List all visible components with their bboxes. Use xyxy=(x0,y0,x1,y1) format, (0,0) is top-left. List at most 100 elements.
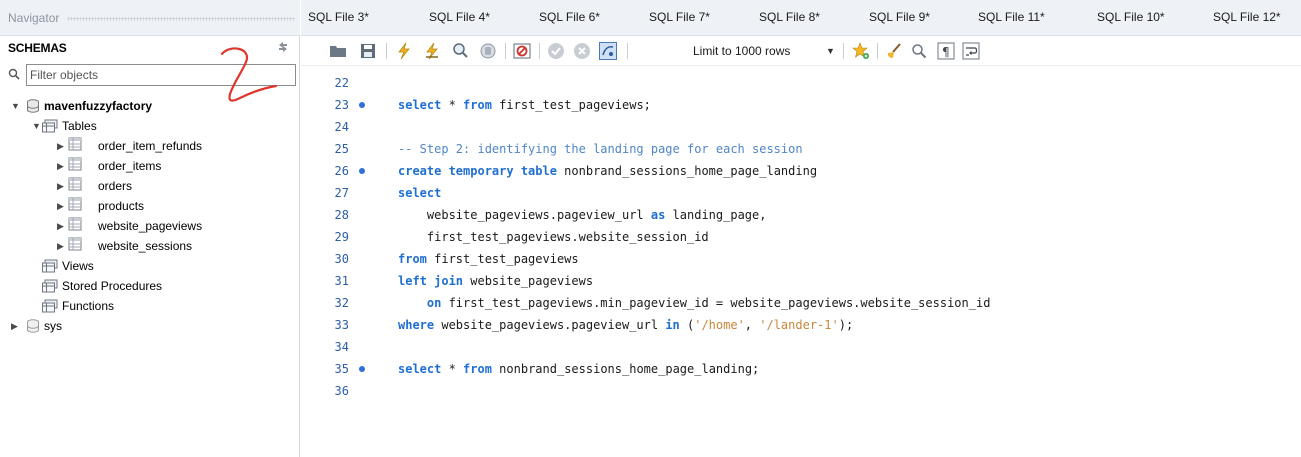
expand-arrow-icon[interactable]: ▶ xyxy=(57,196,66,216)
line-number: 29 xyxy=(334,230,349,244)
navigator-panel: Navigator SCHEMAS ▼ mavenfuzzyfactory ▼ … xyxy=(0,0,300,457)
functions-folder[interactable]: Functions xyxy=(0,296,300,316)
expand-arrow-icon[interactable]: ▶ xyxy=(57,216,66,236)
code-line-32: on first_test_pageviews.min_pageview_id … xyxy=(398,292,991,314)
chevron-down-icon[interactable]: ▼ xyxy=(826,46,835,56)
table-node-order-item-refunds[interactable]: ▶ order_item_refunds xyxy=(0,136,300,156)
functions-folder-label: Functions xyxy=(62,299,115,313)
tab-sql-file-12[interactable]: SQL File 12* xyxy=(1213,10,1281,28)
code-text: first_test_pageviews; xyxy=(491,98,651,112)
editor-toolbar: Limit to 1000 rows ▼ ¶ xyxy=(301,36,1301,66)
schema-node-mavenfuzzyfactory[interactable]: ▼ mavenfuzzyfactory xyxy=(0,96,300,116)
toolbar-separator xyxy=(843,43,844,59)
code-text: , xyxy=(744,318,760,332)
table-node-website-pageviews[interactable]: ▶ website_pageviews xyxy=(0,216,300,236)
tab-sql-file-4[interactable]: SQL File 4* xyxy=(429,10,490,28)
views-folder[interactable]: Views xyxy=(0,256,300,276)
expand-arrow-icon[interactable]: ▼ xyxy=(32,116,41,136)
code-keyword: where xyxy=(398,318,435,332)
code-text: website_pageviews.pageview_url xyxy=(398,208,651,222)
tab-sql-file-8[interactable]: SQL File 8* xyxy=(759,10,820,28)
svg-text:¶: ¶ xyxy=(942,45,950,59)
refresh-icon[interactable] xyxy=(276,41,290,53)
table-node-products[interactable]: ▶ products xyxy=(0,196,300,216)
code-keyword: from xyxy=(463,98,492,112)
table-label: order_item_refunds xyxy=(98,139,203,153)
statement-marker-icon xyxy=(359,102,365,108)
invisible-chars-icon[interactable]: ¶ xyxy=(937,42,955,60)
code-keyword: as xyxy=(650,208,666,222)
code-keyword: select xyxy=(398,98,442,112)
stop-hand-icon[interactable] xyxy=(479,42,497,60)
search-icon xyxy=(8,68,20,80)
word-wrap-icon[interactable] xyxy=(962,42,980,60)
filter-objects-input[interactable] xyxy=(26,64,296,86)
table-label: products xyxy=(98,199,145,213)
line-number: 28 xyxy=(334,208,349,222)
table-label: order_items xyxy=(98,159,162,173)
expand-arrow-icon[interactable]: ▼ xyxy=(11,96,20,116)
tab-sql-file-10[interactable]: SQL File 10* xyxy=(1097,10,1165,28)
open-folder-icon[interactable] xyxy=(329,42,347,60)
code-comment: -- Step 2: identifying the landing page … xyxy=(398,142,803,156)
explain-magnifier-icon[interactable] xyxy=(451,42,469,60)
table-node-website-sessions[interactable]: ▶ website_sessions xyxy=(0,236,300,256)
rollback-cancel-icon[interactable] xyxy=(573,42,591,60)
table-node-order-items[interactable]: ▶ order_items xyxy=(0,156,300,176)
find-magnifier-icon[interactable] xyxy=(910,42,928,60)
table-icon xyxy=(68,217,82,231)
save-icon[interactable] xyxy=(359,42,377,60)
code-text: * xyxy=(441,98,464,112)
panel-drag-handle[interactable] xyxy=(67,17,295,21)
expand-arrow-icon[interactable]: ▶ xyxy=(57,176,66,196)
database-icon xyxy=(26,99,40,113)
expand-arrow-icon[interactable]: ▶ xyxy=(57,136,66,156)
tab-sql-file-11[interactable]: SQL File 11* xyxy=(978,10,1045,28)
autocommit-toggle-icon[interactable] xyxy=(599,42,617,60)
stored-procedures-folder[interactable]: Stored Procedures xyxy=(0,276,300,296)
schemas-bar: SCHEMAS xyxy=(0,36,300,58)
procedures-folder-icon xyxy=(42,279,58,293)
code-line-25: -- Step 2: identifying the landing page … xyxy=(398,138,803,160)
toolbar-separator xyxy=(877,43,878,59)
statement-marker-icon xyxy=(359,168,365,174)
code-area[interactable]: select * from first_test_pageviews; -- S… xyxy=(398,66,1298,457)
tab-sql-file-3[interactable]: SQL File 3* xyxy=(308,10,369,28)
code-text: landing_page, xyxy=(665,208,767,222)
code-line-27: select xyxy=(398,182,441,204)
toolbar-separator xyxy=(386,43,387,59)
beautify-brush-icon[interactable] xyxy=(885,42,903,60)
expand-arrow-icon[interactable]: ▶ xyxy=(11,316,20,336)
tab-sql-file-9[interactable]: SQL File 9* xyxy=(869,10,930,28)
expand-arrow-icon[interactable]: ▶ xyxy=(57,236,66,256)
code-text: nonbrand_sessions_home_page_landing xyxy=(556,164,818,178)
limit-rows-select[interactable]: Limit to 1000 rows xyxy=(693,44,790,58)
tables-folder[interactable]: ▼ Tables xyxy=(0,116,300,136)
toggle-error-icon[interactable] xyxy=(513,42,531,60)
database-icon xyxy=(26,319,40,333)
toolbar-separator xyxy=(505,43,506,59)
commit-check-icon[interactable] xyxy=(547,42,565,60)
code-line-23: select * from first_test_pageviews; xyxy=(398,94,651,116)
table-node-orders[interactable]: ▶ orders xyxy=(0,176,300,196)
statement-marker-icon xyxy=(359,366,365,372)
line-number: 24 xyxy=(334,120,349,134)
navigator-title: Navigator xyxy=(8,11,60,25)
add-snippet-star-icon[interactable] xyxy=(852,42,870,60)
schema-node-sys[interactable]: ▶ sys xyxy=(0,316,300,336)
tab-sql-file-7[interactable]: SQL File 7* xyxy=(649,10,710,28)
code-string: '/home' xyxy=(694,318,745,332)
tab-sql-file-6[interactable]: SQL File 6* xyxy=(539,10,600,28)
code-text: ); xyxy=(838,318,854,332)
code-string: '/lander-1' xyxy=(759,318,839,332)
code-line-31: left join website_pageviews xyxy=(398,270,593,292)
execute-lightning-icon[interactable] xyxy=(395,42,413,60)
code-line-35: select * from nonbrand_sessions_home_pag… xyxy=(398,358,759,380)
code-line-30: from first_test_pageviews xyxy=(398,248,579,270)
sql-editor: SQL File 3* SQL File 4* SQL File 6* SQL … xyxy=(301,0,1301,457)
code-keyword: left join xyxy=(398,274,464,288)
execute-current-icon[interactable] xyxy=(423,42,441,60)
expand-arrow-icon[interactable]: ▶ xyxy=(57,156,66,176)
schema-label: sys xyxy=(44,319,62,333)
code-text: nonbrand_sessions_home_page_landing; xyxy=(491,362,760,376)
